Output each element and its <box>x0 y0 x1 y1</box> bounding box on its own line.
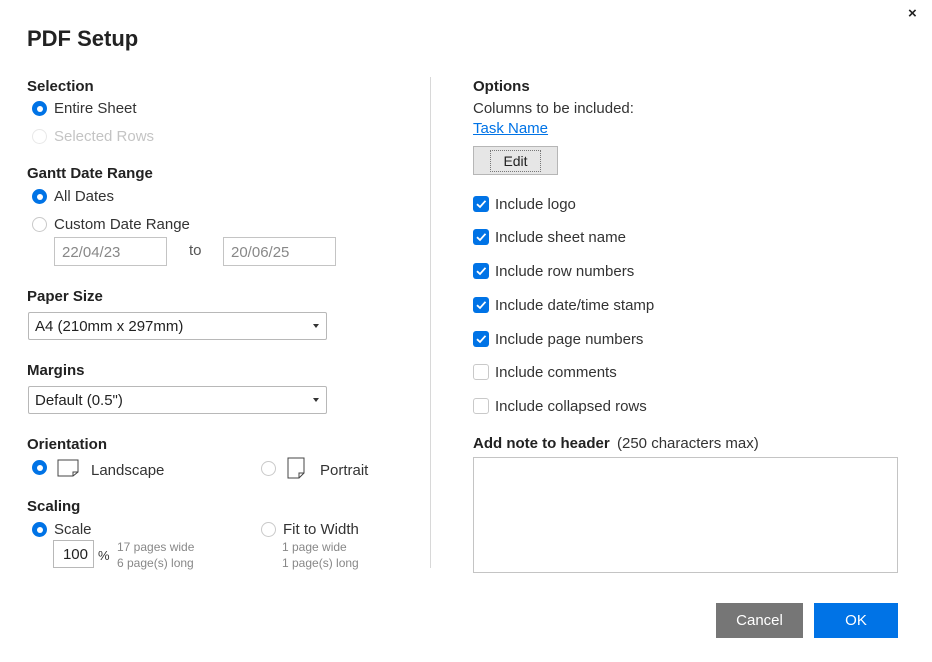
landscape-page-icon <box>57 459 79 477</box>
checkbox-include-row-numbers[interactable] <box>473 263 489 279</box>
radio-entire-sheet-label: Entire Sheet <box>54 100 137 117</box>
checkbox-include-collapsed-rows[interactable] <box>473 398 489 414</box>
checkmark-icon <box>476 267 487 276</box>
radio-all-dates-label: All Dates <box>54 188 115 205</box>
task-name-link[interactable]: Task Name <box>473 120 548 137</box>
ok-button[interactable]: OK <box>814 603 898 638</box>
margins-heading: Margins <box>27 362 85 379</box>
from-date-input[interactable]: 22/04/23 <box>54 237 167 266</box>
checkbox-include-page-numbers-label: Include page numbers <box>495 331 644 348</box>
chevron-down-icon <box>313 324 319 328</box>
checkmark-icon <box>476 233 487 242</box>
chevron-down-icon <box>313 398 319 402</box>
percent-symbol: % <box>98 548 110 563</box>
radio-selected-rows-label: Selected Rows <box>54 128 155 145</box>
margins-select[interactable]: Default (0.5") <box>28 386 327 414</box>
note-heading: Add note to header <box>473 435 610 452</box>
scaling-heading: Scaling <box>27 498 81 515</box>
radio-all-dates[interactable] <box>32 189 47 204</box>
columns-label: Columns to be included: <box>473 100 634 117</box>
radio-custom-date-range-label: Custom Date Range <box>54 216 190 233</box>
cancel-button[interactable]: Cancel <box>716 603 803 638</box>
paper-size-value: A4 (210mm x 297mm) <box>35 318 184 335</box>
orientation-heading: Orientation <box>27 436 108 453</box>
radio-entire-sheet[interactable] <box>32 101 47 116</box>
checkbox-include-row-numbers-label: Include row numbers <box>495 263 635 280</box>
paper-size-select[interactable]: A4 (210mm x 297mm) <box>28 312 327 340</box>
radio-landscape[interactable] <box>32 460 47 475</box>
gantt-heading: Gantt Date Range <box>27 165 153 182</box>
checkbox-include-collapsed-rows-label: Include collapsed rows <box>495 398 647 415</box>
radio-selected-rows <box>32 129 47 144</box>
margins-value: Default (0.5") <box>35 392 123 409</box>
radio-portrait[interactable] <box>261 461 276 476</box>
checkbox-include-comments[interactable] <box>473 364 489 380</box>
fit-pages-wide: 1 page wide <box>282 540 347 554</box>
checkbox-include-date-time-stamp-label: Include date/time stamp <box>495 297 655 314</box>
radio-custom-date-range[interactable] <box>32 217 47 232</box>
radio-scale-label: Scale <box>54 521 92 538</box>
radio-landscape-label: Landscape <box>91 462 165 479</box>
radio-fit-to-width[interactable] <box>261 522 276 537</box>
radio-fit-to-width-label: Fit to Width <box>283 521 359 538</box>
dialog-title: PDF Setup <box>27 26 139 51</box>
paper-size-heading: Paper Size <box>27 288 103 305</box>
edit-button-label: Edit <box>490 149 541 172</box>
radio-scale[interactable] <box>32 522 47 537</box>
column-divider <box>430 77 431 568</box>
checkbox-include-logo[interactable] <box>473 196 489 212</box>
to-date-input[interactable]: 20/06/25 <box>223 237 336 266</box>
options-heading: Options <box>473 78 530 95</box>
checkbox-include-comments-label: Include comments <box>495 364 617 381</box>
selection-heading: Selection <box>27 78 94 95</box>
scale-pages-wide: 17 pages wide <box>117 540 195 554</box>
portrait-page-icon <box>287 457 305 479</box>
close-icon[interactable]: × <box>908 5 917 22</box>
checkbox-include-page-numbers[interactable] <box>473 331 489 347</box>
checkbox-include-logo-label: Include logo <box>495 196 576 213</box>
scale-percent-input[interactable]: 100 <box>53 540 94 568</box>
checkbox-include-sheet-name-label: Include sheet name <box>495 229 626 246</box>
scale-pages-long: 6 page(s) long <box>117 556 194 570</box>
checkmark-icon <box>476 335 487 344</box>
checkbox-include-date-time-stamp[interactable] <box>473 297 489 313</box>
checkmark-icon <box>476 200 487 209</box>
edit-columns-button[interactable]: Edit <box>473 146 558 175</box>
header-note-textarea[interactable] <box>473 457 898 573</box>
date-to-label: to <box>189 242 202 259</box>
radio-portrait-label: Portrait <box>320 462 369 479</box>
checkmark-icon <box>476 301 487 310</box>
note-hint: (250 characters max) <box>617 435 759 452</box>
fit-pages-long: 1 page(s) long <box>282 556 359 570</box>
checkbox-include-sheet-name[interactable] <box>473 229 489 245</box>
